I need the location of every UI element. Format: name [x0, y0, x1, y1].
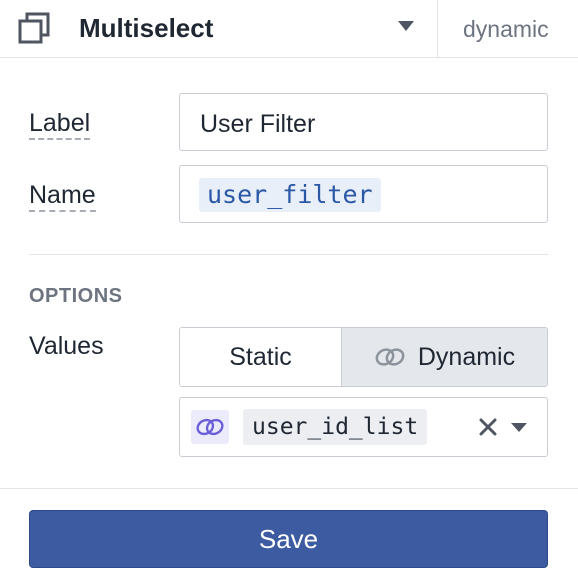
label-input-value: User Filter — [200, 110, 316, 138]
static-button[interactable]: Static — [180, 328, 342, 386]
section-divider — [29, 254, 548, 255]
name-input-value: user_filter — [199, 178, 381, 212]
values-mode-toggle: Static Dynamic — [179, 327, 548, 387]
name-input[interactable]: user_filter — [179, 165, 548, 223]
options-section-title: OPTIONS — [29, 285, 123, 307]
widget-type-title[interactable]: Multiselect — [79, 13, 213, 43]
footer-divider — [0, 488, 578, 489]
widget-header: Multiselect dynamic — [0, 0, 578, 58]
name-field-label: Name — [29, 180, 96, 212]
static-button-label: Static — [229, 342, 292, 371]
dynamic-source-value: user_id_list — [243, 409, 428, 445]
dynamic-button-label: Dynamic — [417, 342, 516, 371]
link-icon — [191, 410, 229, 444]
save-button[interactable]: Save — [29, 510, 548, 568]
mode-label: dynamic — [463, 16, 549, 42]
dynamic-button[interactable]: Dynamic — [342, 328, 547, 386]
link-icon — [375, 348, 405, 366]
values-label: Values — [29, 332, 104, 360]
chevron-down-icon[interactable] — [511, 423, 527, 432]
label-input[interactable]: User Filter — [179, 93, 548, 151]
header-divider — [437, 0, 438, 58]
dynamic-source-select[interactable]: user_id_list — [179, 397, 548, 457]
duplicate-squares-icon — [18, 12, 50, 44]
chevron-down-icon[interactable] — [398, 21, 414, 31]
label-field-label: Label — [29, 108, 91, 140]
close-icon[interactable] — [479, 418, 497, 436]
